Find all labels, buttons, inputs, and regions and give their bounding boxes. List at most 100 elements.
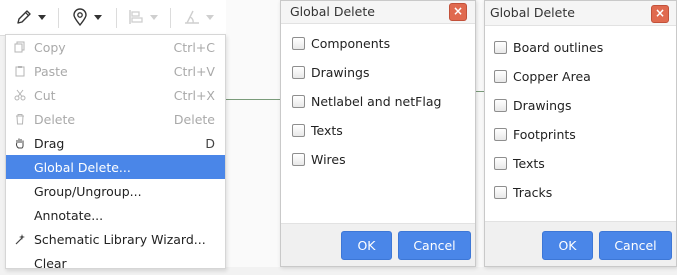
checkbox-label: Tracks [513, 184, 553, 200]
menu-item-label: Paste [34, 63, 68, 79]
checkbox[interactable] [292, 123, 305, 137]
canvas-wire-line [475, 91, 484, 92]
menu-item-label: Drag [34, 135, 65, 151]
option-footprints[interactable]: Footprints [494, 125, 576, 143]
dialog-header: Global Delete × [485, 1, 676, 26]
toolbar-divider [116, 8, 117, 28]
dialog-title: Global Delete [490, 5, 575, 20]
menu-item-shortcut: Ctrl+X [173, 87, 215, 103]
canvas-area-middle [475, 0, 484, 267]
draw-tool-button[interactable] [14, 6, 46, 28]
checkbox-label: Footprints [513, 126, 576, 142]
canvas-area-left [226, 0, 280, 267]
checkbox[interactable] [494, 127, 507, 141]
checkbox[interactable] [292, 36, 305, 50]
toolbar-divider [170, 8, 171, 28]
checkbox[interactable] [494, 98, 507, 112]
option-tracks[interactable]: Tracks [494, 183, 552, 201]
checkbox-label: Netlabel and netFlag [311, 93, 442, 109]
menu-item-drag[interactable]: Drag D [6, 131, 225, 155]
checkbox-label: Drawings [311, 64, 370, 80]
pencil-icon [14, 7, 34, 27]
checkbox[interactable] [494, 69, 507, 83]
global-delete-dialog-schematic: Global Delete × Components Drawings Netl… [280, 0, 476, 267]
measure-icon [182, 7, 202, 27]
chevron-down-icon [150, 14, 158, 20]
checkbox[interactable] [494, 185, 507, 199]
menu-item-label: Annotate... [34, 207, 104, 223]
option-texts[interactable]: Texts [494, 154, 545, 172]
close-icon[interactable]: × [449, 3, 467, 21]
paste-icon [6, 65, 34, 77]
ok-button[interactable]: OK [341, 231, 392, 260]
menu-item-label: Cut [34, 87, 56, 103]
checkbox-label: Board outlines [513, 39, 604, 55]
menu-item-label: Group/Ungroup... [34, 183, 142, 199]
checkbox[interactable] [292, 94, 305, 108]
checkbox[interactable] [494, 156, 507, 170]
scissors-icon [6, 89, 34, 101]
menu-item-shortcut: Delete [173, 111, 215, 127]
option-copper-area[interactable]: Copper Area [494, 67, 591, 85]
menu-item-paste[interactable]: Paste Ctrl+V [6, 59, 225, 83]
menu-item-annotate[interactable]: Annotate... [6, 203, 225, 227]
checkbox-label: Texts [513, 155, 545, 171]
cancel-button[interactable]: Cancel [599, 231, 672, 260]
location-pin-icon [70, 7, 90, 27]
dialog-header: Global Delete × [281, 1, 475, 24]
cancel-button[interactable]: Cancel [398, 231, 471, 260]
edit-dropdown-menu: Copy Ctrl+C Paste Ctrl+V Cut Ctrl+X Dele… [5, 34, 226, 271]
menu-item-label: Schematic Library Wizard... [34, 231, 206, 247]
place-tool-button[interactable] [70, 6, 102, 28]
copy-icon [6, 41, 34, 53]
option-board-outlines[interactable]: Board outlines [494, 38, 603, 56]
menu-item-shortcut: Ctrl+V [173, 63, 215, 79]
dialog-title: Global Delete [290, 4, 375, 19]
menu-item-label: Global Delete... [34, 159, 131, 175]
wizard-icon [6, 233, 34, 245]
menu-item-copy[interactable]: Copy Ctrl+C [6, 35, 225, 59]
checkbox[interactable] [292, 152, 305, 166]
dialog-footer: OK Cancel [281, 223, 475, 266]
chevron-down-icon [206, 14, 214, 20]
menu-item-label: Delete [34, 111, 76, 127]
option-components[interactable]: Components [292, 34, 390, 52]
checkbox-label: Components [311, 35, 391, 51]
option-texts[interactable]: Texts [292, 121, 343, 139]
canvas-wire-line [226, 99, 280, 100]
checkbox-label: Texts [311, 122, 343, 138]
dialog-body: Board outlines Copper Area Drawings Foot… [485, 26, 676, 221]
close-icon[interactable]: × [651, 5, 669, 23]
menu-item-cut[interactable]: Cut Ctrl+X [6, 83, 225, 107]
measure-tool-button[interactable] [182, 6, 214, 28]
chevron-down-icon [94, 14, 102, 20]
dialog-footer: OK Cancel [485, 221, 676, 266]
dialog-body: Components Drawings Netlabel and netFlag… [281, 24, 475, 224]
checkbox-label: Copper Area [513, 68, 591, 84]
option-drawings[interactable]: Drawings [494, 96, 572, 114]
checkbox-label: Drawings [513, 97, 572, 113]
menu-item-global-delete[interactable]: Global Delete... [6, 155, 225, 179]
menu-item-label: Clear [34, 255, 67, 271]
checkbox-label: Wires [311, 151, 346, 167]
option-wires[interactable]: Wires [292, 150, 346, 168]
menu-item-schematic-library-wizard[interactable]: Schematic Library Wizard... [6, 227, 225, 251]
checkbox[interactable] [292, 65, 305, 79]
ok-button[interactable]: OK [542, 231, 593, 260]
option-netlabel-netflag[interactable]: Netlabel and netFlag [292, 92, 441, 110]
checkbox[interactable] [494, 40, 507, 54]
option-drawings[interactable]: Drawings [292, 63, 370, 81]
menu-item-label: Copy [34, 39, 66, 55]
menu-item-delete[interactable]: Delete Delete [6, 107, 225, 131]
align-tool-button[interactable] [126, 6, 158, 28]
menu-item-group-ungroup[interactable]: Group/Ungroup... [6, 179, 225, 203]
menu-item-shortcut: Ctrl+C [173, 39, 215, 55]
trash-icon [6, 113, 34, 125]
align-icon [126, 7, 146, 27]
global-delete-dialog-pcb: Global Delete × Board outlines Copper Ar… [484, 0, 677, 267]
chevron-down-icon [38, 14, 46, 20]
toolbar-divider [58, 8, 59, 28]
menu-item-shortcut: D [205, 135, 215, 151]
toolbar [0, 0, 226, 36]
menu-item-clear[interactable]: Clear [6, 251, 225, 275]
